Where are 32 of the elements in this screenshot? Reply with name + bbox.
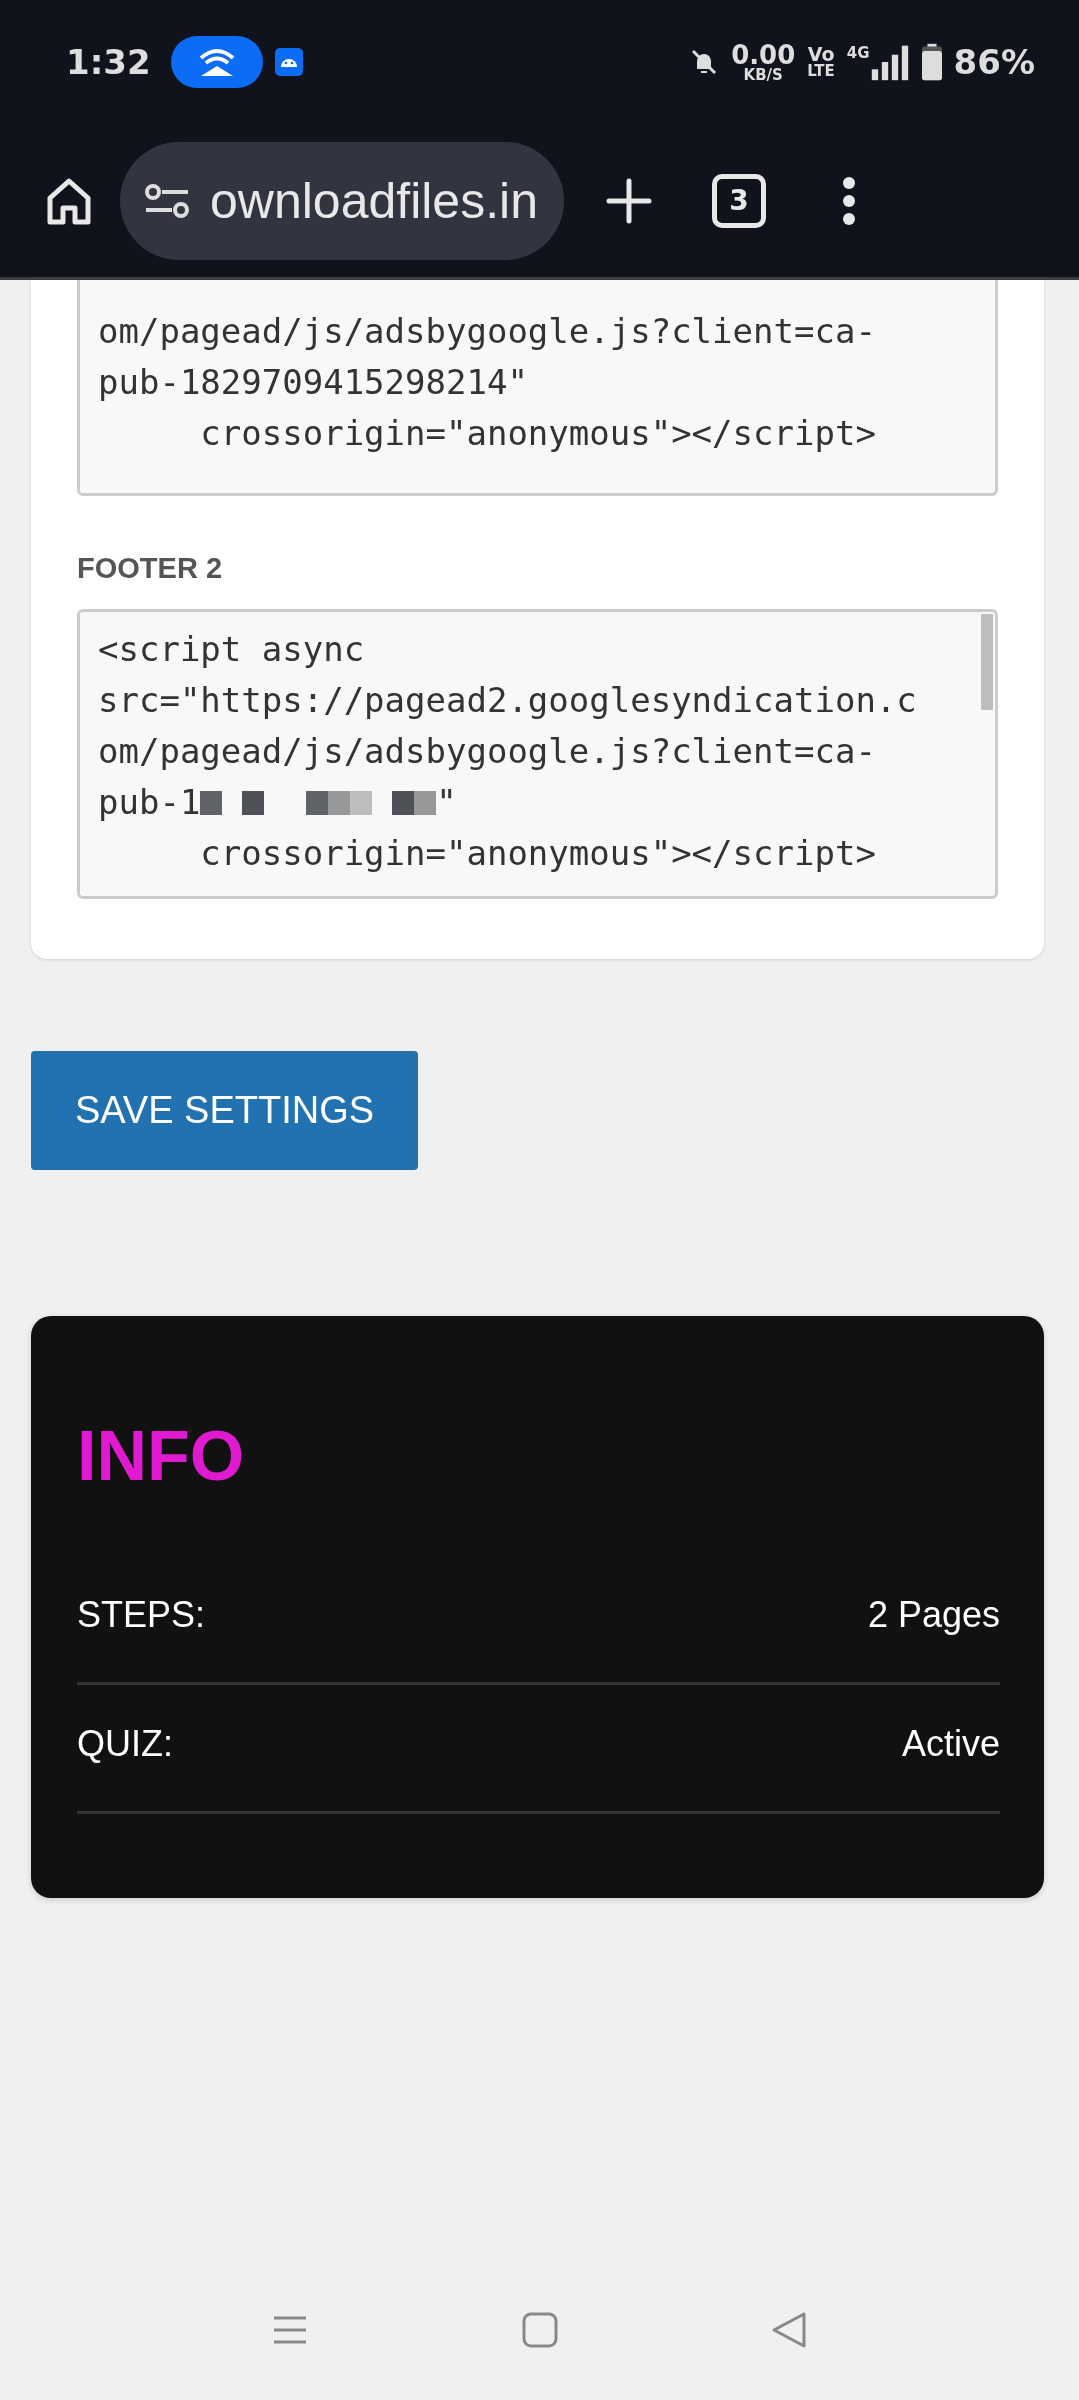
field-label: FOOTER 2	[77, 552, 223, 585]
code-line: om/pagead/js/adsbygoogle.js?client=ca-	[98, 310, 876, 353]
code-line: "	[436, 781, 457, 824]
code-line: <script async	[98, 628, 365, 671]
info-title: INFO	[77, 1416, 246, 1496]
battery-percent: 86%	[953, 42, 1035, 82]
hotspot-icon	[170, 36, 263, 88]
code-textarea[interactable]: <script async src="https://pagead2.googlesyndication.c om/pagead/js/adsbygoogle.js?client=ca- pub-1 " crossorigin="anonymous"></script>	[77, 609, 998, 899]
code-line: crossorigin="anonymous"></script>	[199, 832, 876, 875]
code-textarea[interactable]: om/pagead/js/adsbygoogle.js?client=ca- pub-1829709415298214" crossorigin="anonymous"></script>	[77, 280, 998, 496]
network-type: 4G	[846, 44, 870, 62]
site-settings-icon[interactable]	[144, 182, 190, 219]
info-value: 2 Pages	[867, 1594, 1000, 1636]
menu-icon[interactable]	[842, 175, 856, 226]
battery-icon	[921, 43, 942, 81]
tab-count[interactable]: 3	[712, 173, 766, 228]
address-bar[interactable]: ownloadfiles.in	[120, 141, 564, 260]
code-line: om/pagead/js/adsbygoogle.js?client=ca-	[98, 730, 876, 773]
code-line: pub-1	[98, 781, 201, 824]
network-speed: 0.00 KB/S	[731, 41, 796, 83]
save-settings-button[interactable]: SAVE SETTINGS	[31, 1051, 419, 1170]
volte-indicator: Vo LTE	[807, 45, 835, 79]
clock-time: 1:32	[66, 42, 151, 82]
code-line: crossorigin="anonymous"></script>	[199, 412, 876, 455]
info-label: QUIZ:	[77, 1723, 173, 1765]
info-value: Active	[901, 1723, 1000, 1765]
scrollbar[interactable]	[981, 614, 993, 710]
android-icon	[274, 48, 303, 76]
signal-icon	[869, 43, 910, 81]
code-line: src="https://pagead2.googlesyndication.c	[98, 679, 917, 722]
info-label: STEPS:	[77, 1594, 206, 1636]
code-line: pub-1829709415298214"	[98, 361, 528, 404]
